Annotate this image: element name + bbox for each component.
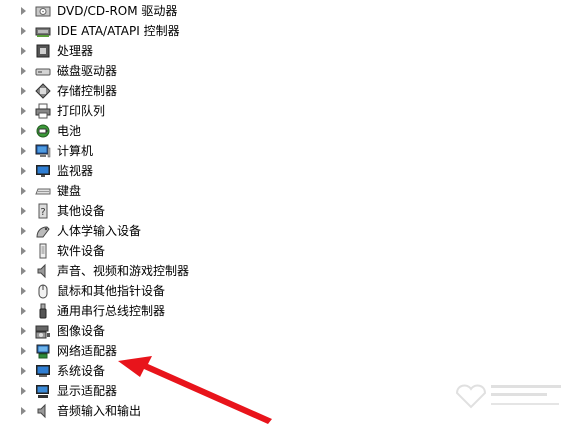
expand-arrow-icon[interactable] [21, 407, 26, 415]
tree-item-label: 软件设备 [57, 244, 106, 258]
tree-item-label: 处理器 [57, 44, 94, 58]
usb-icon [35, 303, 51, 319]
expand-arrow-icon[interactable] [21, 247, 26, 255]
computer-icon [35, 143, 51, 159]
expand-arrow-icon[interactable] [21, 307, 26, 315]
dvd-drive-icon [35, 3, 51, 19]
other-devices-icon: ? [35, 203, 51, 219]
expand-arrow-icon[interactable] [21, 127, 26, 135]
expand-arrow-icon[interactable] [21, 87, 26, 95]
expand-arrow-icon[interactable] [21, 187, 26, 195]
expand-arrow-icon[interactable] [21, 67, 26, 75]
network-adapter-icon [35, 343, 51, 359]
tree-item-keyboard[interactable]: 键盘 [0, 181, 300, 201]
tree-item-software-device[interactable]: 软件设备 [0, 241, 300, 261]
speaker-icon [35, 263, 51, 279]
tree-item-label: 显示适配器 [57, 384, 118, 398]
tree-item-label: 声音、视频和游戏控制器 [57, 264, 190, 278]
expand-arrow-icon[interactable] [21, 7, 26, 15]
tree-item-label: 其他设备 [57, 204, 106, 218]
tree-item-label: 音频输入和输出 [57, 404, 142, 418]
tree-item-mouse[interactable]: 鼠标和其他指针设备 [0, 281, 300, 301]
camera-icon [35, 323, 51, 339]
tree-item-label: 鼠标和其他指针设备 [57, 284, 166, 298]
keyboard-icon [35, 183, 51, 199]
tree-item-label: 存储控制器 [57, 84, 118, 98]
hid-icon [35, 223, 51, 239]
disk-drive-icon [35, 63, 51, 79]
tree-item-ide[interactable]: IDE ATA/ATAPI 控制器 [0, 21, 300, 41]
software-device-icon [35, 243, 51, 259]
expand-arrow-icon[interactable] [21, 347, 26, 355]
monitor-icon [35, 163, 51, 179]
baidu-jingyan-watermark [455, 384, 561, 409]
tree-item-hid[interactable]: 人体学输入设备 [0, 221, 300, 241]
tree-item-computer[interactable]: 计算机 [0, 141, 300, 161]
audio-io-icon [35, 403, 51, 419]
system-device-icon [35, 363, 51, 379]
tree-item-label: 图像设备 [57, 324, 106, 338]
processor-icon [35, 43, 51, 59]
tree-item-audio-io[interactable]: 音频输入和输出 [0, 401, 300, 421]
tree-item-label: 人体学输入设备 [57, 224, 142, 238]
tree-item-label: 电池 [57, 124, 82, 138]
tree-item-network-adapter[interactable]: 网络适配器 [0, 341, 300, 361]
expand-arrow-icon[interactable] [21, 207, 26, 215]
tree-item-usb[interactable]: 通用串行总线控制器 [0, 301, 300, 321]
expand-arrow-icon[interactable] [21, 287, 26, 295]
tree-item-display-adapter[interactable]: 显示适配器 [0, 381, 300, 401]
tree-item-label: 系统设备 [57, 364, 106, 378]
tree-item-dvd[interactable]: DVD/CD-ROM 驱动器 [0, 1, 300, 21]
tree-item-disk[interactable]: 磁盘驱动器 [0, 61, 300, 81]
expand-arrow-icon[interactable] [21, 47, 26, 55]
printer-icon [35, 103, 51, 119]
tree-item-label: 监视器 [57, 164, 94, 178]
expand-arrow-icon[interactable] [21, 367, 26, 375]
expand-arrow-icon[interactable] [21, 387, 26, 395]
expand-arrow-icon[interactable] [21, 167, 26, 175]
tree-item-monitor[interactable]: 监视器 [0, 161, 300, 181]
tree-item-sound[interactable]: 声音、视频和游戏控制器 [0, 261, 300, 281]
tree-item-system-devices[interactable]: 系统设备 [0, 361, 300, 381]
tree-item-label: IDE ATA/ATAPI 控制器 [57, 24, 180, 38]
expand-arrow-icon[interactable] [21, 27, 26, 35]
storage-controller-icon [35, 83, 51, 99]
mouse-icon [35, 283, 51, 299]
ide-controller-icon [35, 23, 51, 39]
battery-icon [35, 123, 51, 139]
tree-item-storage[interactable]: 存储控制器 [0, 81, 300, 101]
device-tree: DVD/CD-ROM 驱动器 IDE ATA/ATAPI 控制器 处理器 磁盘驱… [0, 0, 583, 433]
tree-item-label: 网络适配器 [57, 344, 118, 358]
expand-arrow-icon[interactable] [21, 267, 26, 275]
tree-item-label: 键盘 [57, 184, 82, 198]
tree-item-other-devices[interactable]: ? 其他设备 [0, 201, 300, 221]
tree-item-battery[interactable]: 电池 [0, 121, 300, 141]
tree-item-processor[interactable]: 处理器 [0, 41, 300, 61]
tree-item-label: 打印队列 [57, 104, 106, 118]
display-adapter-icon [35, 383, 51, 399]
tree-item-label: 计算机 [57, 144, 94, 158]
expand-arrow-icon[interactable] [21, 147, 26, 155]
tree-item-label: 通用串行总线控制器 [57, 304, 166, 318]
expand-arrow-icon[interactable] [21, 107, 26, 115]
svg-text:?: ? [40, 207, 45, 218]
tree-item-label: DVD/CD-ROM 驱动器 [57, 4, 178, 18]
tree-item-label: 磁盘驱动器 [57, 64, 118, 78]
expand-arrow-icon[interactable] [21, 227, 26, 235]
expand-arrow-icon[interactable] [21, 327, 26, 335]
tree-item-printer[interactable]: 打印队列 [0, 101, 300, 121]
tree-item-imaging[interactable]: 图像设备 [0, 321, 300, 341]
